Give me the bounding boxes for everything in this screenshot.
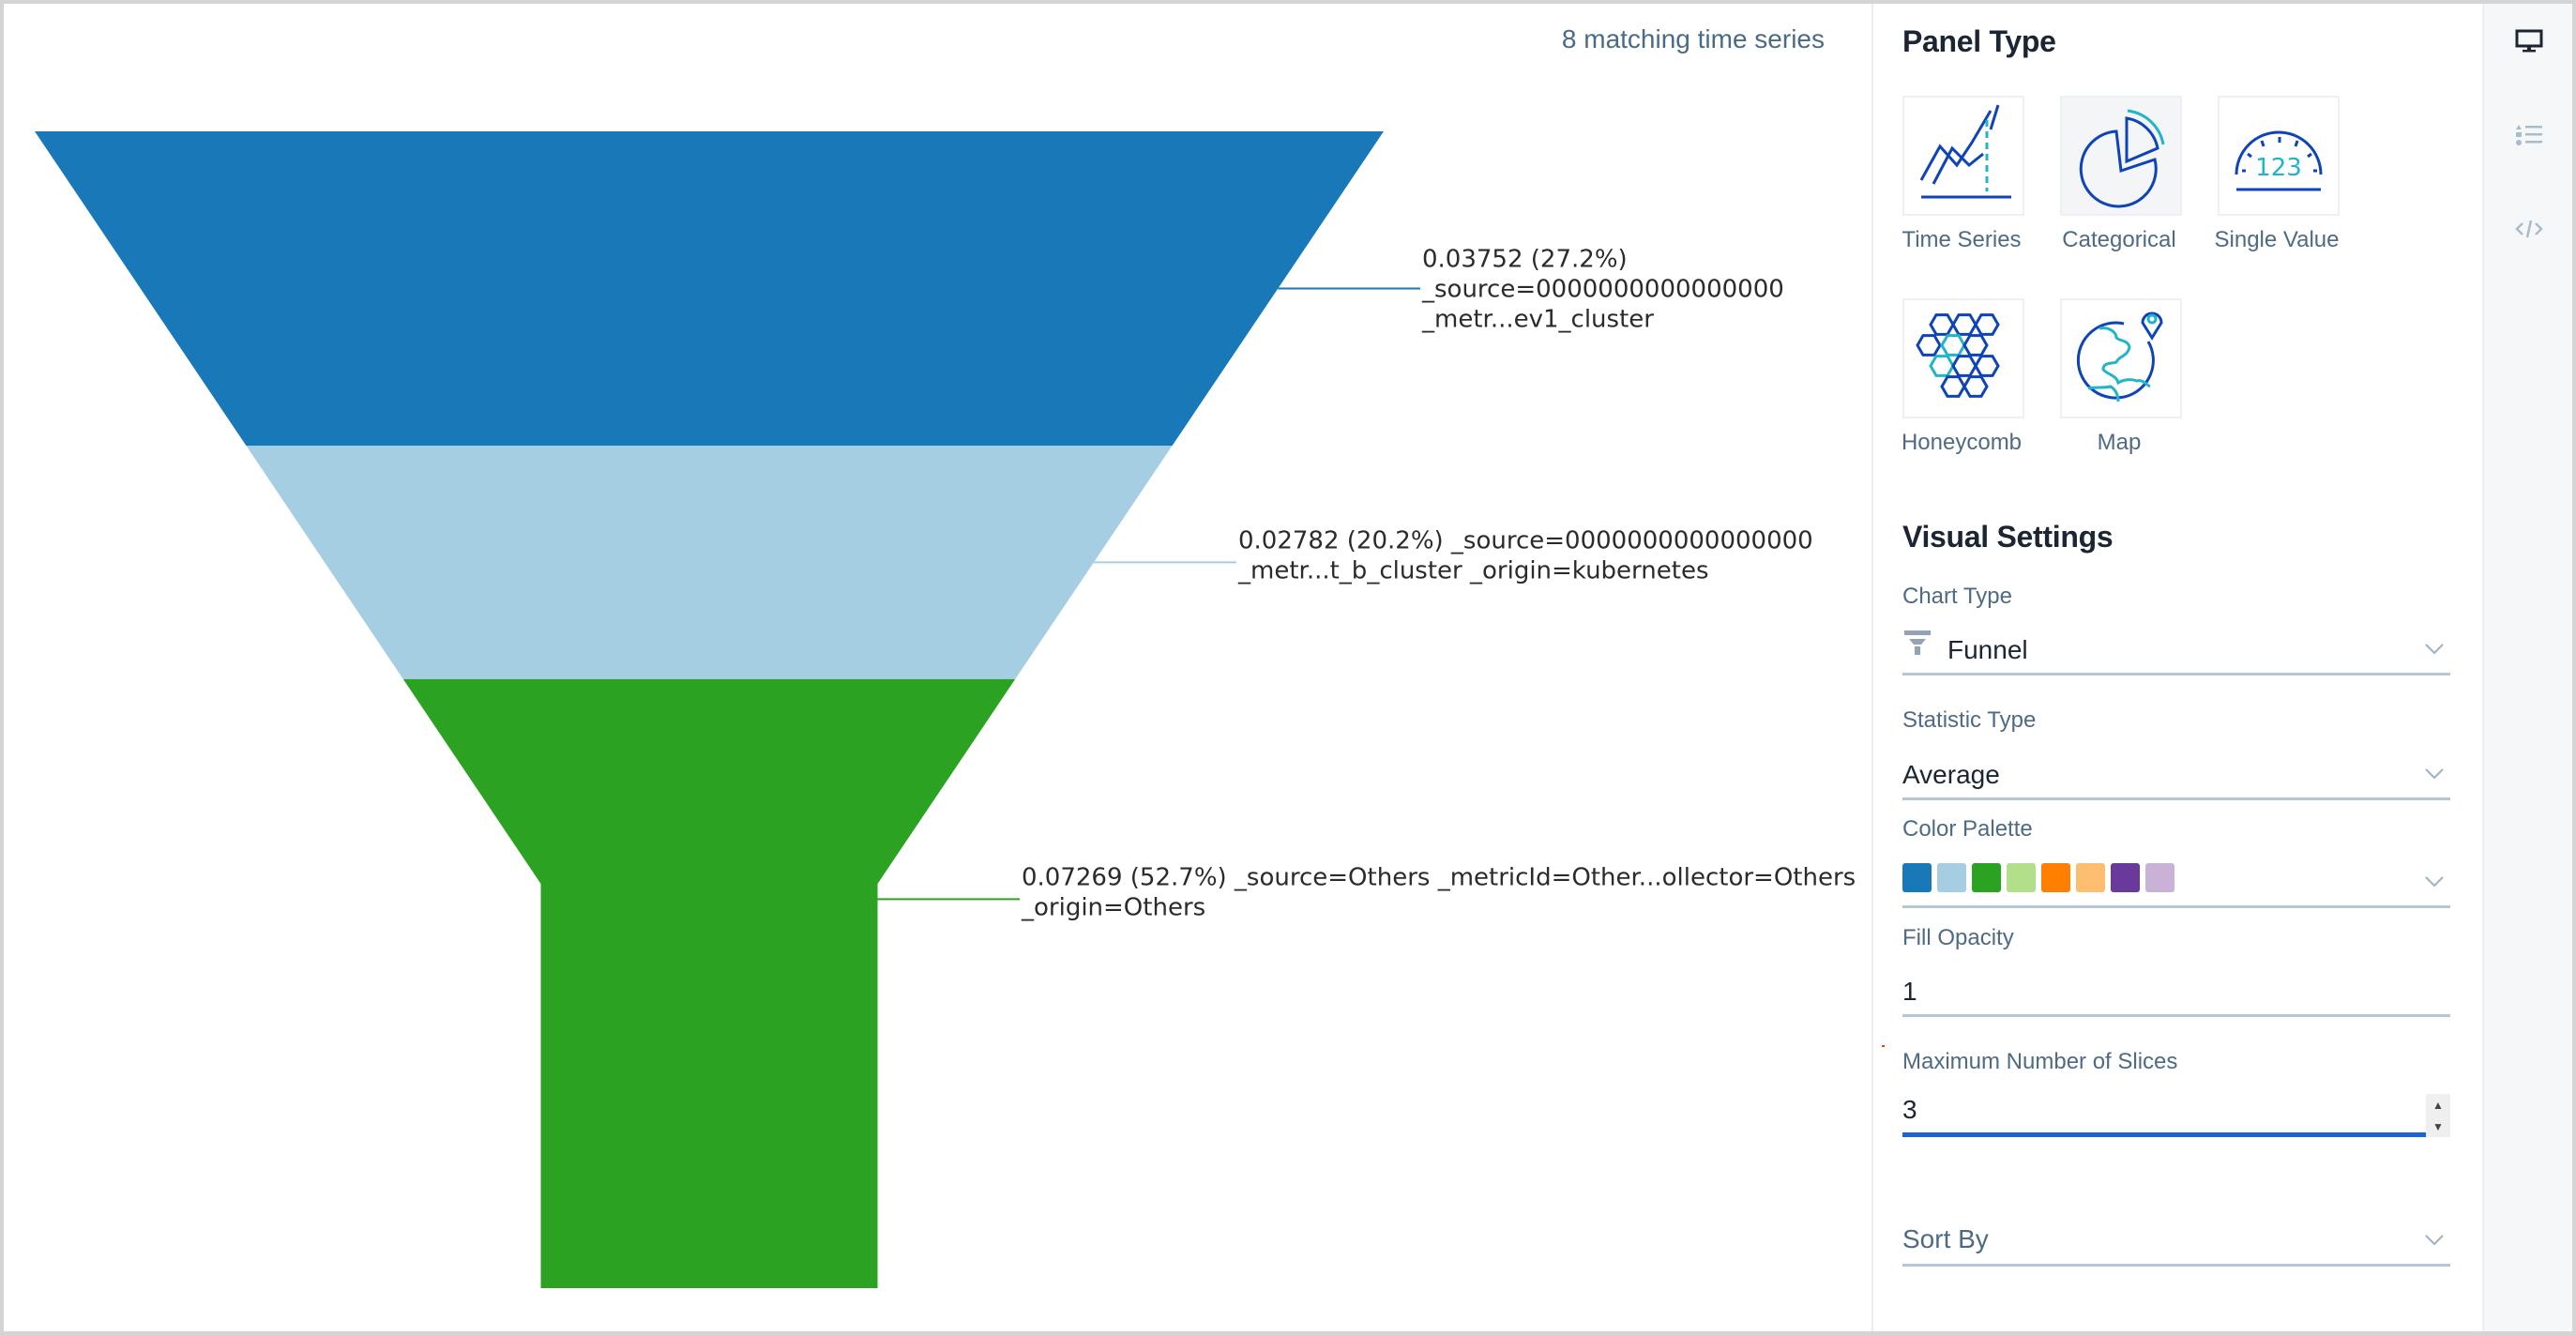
funnel-data-label: 0.03752 (27.2%) _source=0000000000000000 _… bbox=[1421, 246, 1784, 334]
max-slices-input[interactable]: 3 ▲ ▼ bbox=[1902, 1090, 2450, 1137]
fill-opacity-input[interactable]: 1 bbox=[1902, 970, 2450, 1017]
list-icon bbox=[2516, 125, 2542, 145]
max-slices-value: 3 bbox=[1902, 1095, 1917, 1124]
gauge-icon: 123 bbox=[2235, 130, 2323, 191]
chart-type-value: Funnel bbox=[1947, 635, 2028, 664]
color-swatches bbox=[1902, 863, 2174, 892]
panel-type-label: Time Series bbox=[1902, 227, 2022, 252]
color-swatch bbox=[1972, 863, 2001, 892]
funnel-label-line: _origin=Others bbox=[1021, 893, 1205, 921]
honeycomb-icon bbox=[1916, 313, 2000, 398]
statistic-type-value: Average bbox=[1902, 760, 2000, 789]
panel-type-single-value[interactable]: 123 bbox=[2218, 96, 2340, 216]
funnel-data-label: 0.02782 (20.2%) _source=0000000000000000… bbox=[1237, 526, 1813, 584]
fill-opacity-label: Fill Opacity bbox=[1902, 925, 2014, 950]
visual-settings-title: Visual Settings bbox=[1902, 520, 2114, 554]
funnel-segment[interactable] bbox=[35, 131, 1384, 446]
sidebar-item-json[interactable] bbox=[2484, 201, 2574, 257]
panel-type-label: Single Value bbox=[2214, 227, 2340, 252]
color-swatch bbox=[2145, 863, 2174, 892]
funnel-label-line: _metr...ev1_cluster bbox=[1421, 306, 1654, 334]
chevron-down-icon bbox=[2425, 876, 2444, 888]
funnel-data-label: 0.07269 (52.7%) _source=Others _metricId… bbox=[1021, 863, 1856, 921]
pie-chart-icon bbox=[2079, 109, 2165, 208]
color-swatch bbox=[2007, 863, 2036, 892]
panel-type-categorical[interactable] bbox=[2060, 96, 2182, 216]
color-swatch bbox=[1902, 863, 1932, 892]
sort-by-select[interactable]: Sort By bbox=[1902, 1218, 2450, 1267]
funnel-icon bbox=[1904, 630, 1931, 655]
panel-type-label: Honeycomb bbox=[1901, 430, 2023, 455]
fill-opacity-value: 1 bbox=[1902, 977, 1917, 1006]
color-swatch bbox=[2111, 863, 2140, 892]
panel-type-map[interactable] bbox=[2060, 298, 2182, 418]
max-slices-label: Maximum Number of Slices bbox=[1902, 1049, 2178, 1074]
funnel-segment[interactable] bbox=[246, 446, 1173, 679]
chart-type-label: Chart Type bbox=[1902, 584, 2012, 609]
funnel-label-line: 0.02782 (20.2%) _source=0000000000000000 bbox=[1238, 526, 1813, 554]
color-palette-select[interactable] bbox=[1902, 861, 2450, 908]
svg-text:123: 123 bbox=[2255, 154, 2302, 182]
marker-dot bbox=[1882, 1045, 1885, 1047]
funnel-segment[interactable] bbox=[402, 678, 1016, 1288]
statistic-type-label: Statistic Type bbox=[1902, 707, 2037, 733]
max-slices-stepper[interactable]: ▲ ▼ bbox=[2426, 1094, 2450, 1137]
funnel-label-line: _metr...t_b_cluster _origin=kubernetes bbox=[1237, 556, 1709, 584]
time-series-icon bbox=[1919, 104, 2011, 199]
chevron-down-icon bbox=[2425, 768, 2444, 780]
stepper-up-icon[interactable]: ▲ bbox=[2426, 1094, 2450, 1116]
funnel-label-line: 0.07269 (52.7%) _source=Others _metricId… bbox=[1022, 863, 1856, 891]
chevron-down-icon bbox=[2425, 1235, 2444, 1246]
sidebar-item-queries[interactable] bbox=[2484, 107, 2574, 163]
color-swatch bbox=[2076, 863, 2105, 892]
sidebar-item-display[interactable] bbox=[2484, 13, 2574, 69]
panel-type-honeycomb[interactable] bbox=[1902, 298, 2024, 418]
statistic-type-select[interactable]: Average bbox=[1902, 753, 2450, 800]
color-swatch bbox=[2041, 863, 2070, 892]
sort-by-label: Sort By bbox=[1902, 1224, 1989, 1253]
chevron-down-icon bbox=[2425, 644, 2444, 655]
chart-type-select[interactable]: Funnel bbox=[1902, 629, 2450, 676]
color-swatch bbox=[1937, 863, 1966, 892]
panel-type-time-series[interactable] bbox=[1902, 96, 2024, 216]
funnel-label-line: _source=0000000000000000 bbox=[1421, 276, 1784, 304]
panel-type-label: Map bbox=[2097, 430, 2142, 455]
right-sidebar bbox=[2482, 4, 2572, 1331]
panel-type-label: Categorical bbox=[2062, 227, 2176, 252]
stepper-down-icon[interactable]: ▼ bbox=[2426, 1116, 2450, 1137]
code-icon bbox=[2515, 220, 2543, 238]
funnel-label-line: 0.03752 (27.2%) bbox=[1422, 246, 1628, 274]
panel-type-title: Panel Type bbox=[1902, 24, 2056, 58]
funnel-chart: 0.03752 (27.2%) _source=0000000000000000 _… bbox=[35, 131, 1856, 1288]
globe-pin-icon bbox=[2076, 311, 2163, 402]
color-palette-label: Color Palette bbox=[1902, 816, 2033, 842]
monitor-icon bbox=[2515, 29, 2543, 53]
